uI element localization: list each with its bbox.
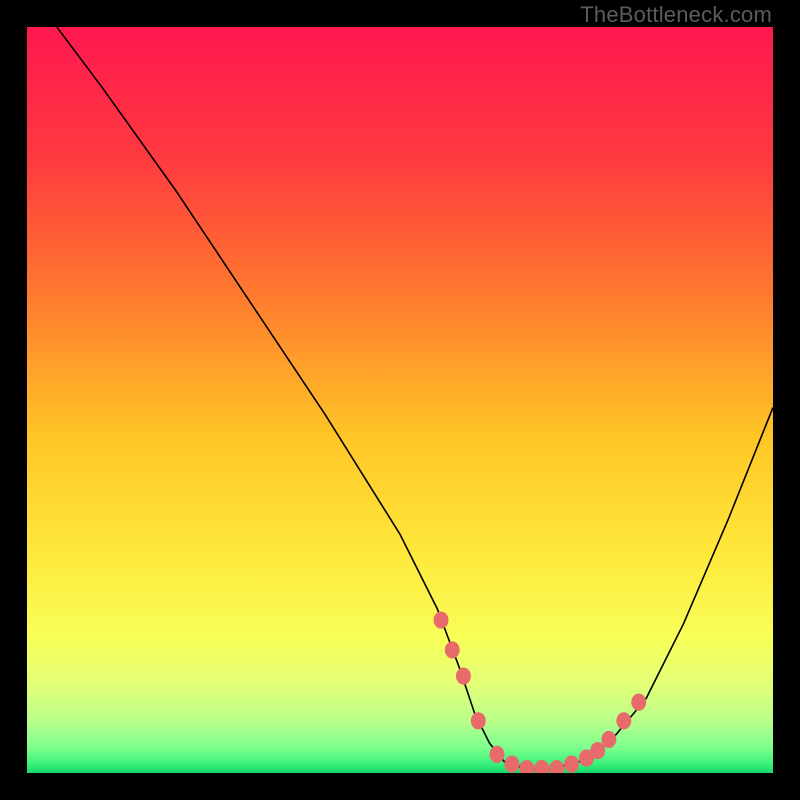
marker-dot <box>490 746 505 763</box>
watermark-text: TheBottleneck.com <box>580 2 772 28</box>
marker-dot <box>471 712 486 729</box>
marker-dot <box>590 742 605 759</box>
marker-dot <box>564 755 579 772</box>
chart-frame: TheBottleneck.com <box>0 0 800 800</box>
bottleneck-chart <box>27 27 773 773</box>
marker-dot <box>434 611 449 628</box>
marker-dot <box>631 694 646 711</box>
plot-area <box>27 27 773 773</box>
marker-dot <box>601 731 616 748</box>
marker-dot <box>456 667 471 684</box>
marker-dot <box>445 641 460 658</box>
marker-dot <box>616 712 631 729</box>
marker-dot <box>504 755 519 772</box>
